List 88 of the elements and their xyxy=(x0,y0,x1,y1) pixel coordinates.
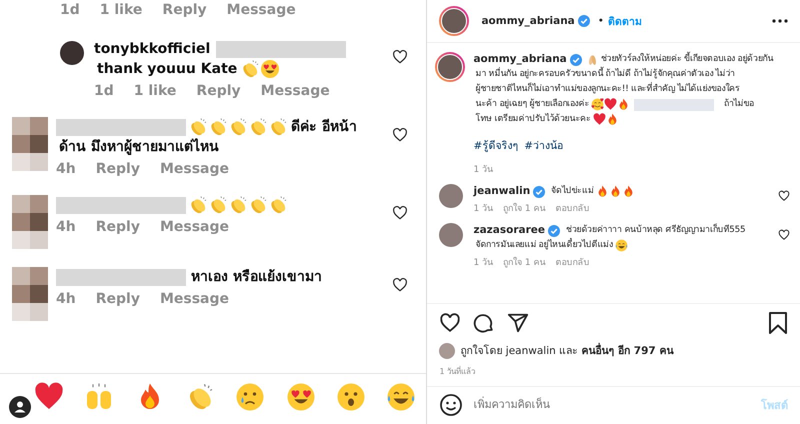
comment-time: 4h xyxy=(56,291,76,307)
more-options-icon[interactable] xyxy=(772,19,788,23)
like-icon[interactable] xyxy=(392,277,408,293)
like-count: ถูกใจ 1 คน xyxy=(503,257,546,269)
crying-face-icon xyxy=(235,382,266,412)
reply-link[interactable]: ตอบกลับ xyxy=(556,257,590,269)
username[interactable]: aommy_abriana xyxy=(473,52,567,67)
like-icon[interactable] xyxy=(778,190,790,202)
username[interactable]: tonybkkofficiel xyxy=(94,40,210,58)
reaction-button[interactable] xyxy=(286,382,316,412)
likes-summary[interactable]: ถูกใจโดย jeanwalin และ คนอื่นๆ อีก 797 คน xyxy=(460,342,674,359)
reply-link[interactable]: Reply xyxy=(96,291,140,307)
surprised-face-icon xyxy=(336,382,366,412)
message-link[interactable]: Message xyxy=(160,161,230,177)
fire-icon xyxy=(606,113,619,126)
heart-icon xyxy=(604,98,618,111)
like-icon[interactable] xyxy=(392,49,408,65)
comment-time: 4h xyxy=(56,219,76,235)
avatar-photo xyxy=(439,342,456,358)
username[interactable]: zazasoraree xyxy=(473,223,546,238)
comment-time: 4h xyxy=(56,161,76,177)
comment-time: 1d xyxy=(94,83,114,99)
caption-text: ถ้าไม่ขอ xyxy=(724,97,754,111)
like-count: 1 like xyxy=(100,1,142,19)
comment-time: 1 วัน xyxy=(473,257,494,269)
like-icon[interactable] xyxy=(439,312,462,334)
comment-text: ด้าน มึงหาผู้ชายมาแต่ไหน xyxy=(59,138,219,156)
reaction-button[interactable] xyxy=(336,382,366,412)
comment-text: thank youuu Kate xyxy=(97,60,238,78)
message-link[interactable]: Message xyxy=(160,291,230,307)
avatar-photo[interactable] xyxy=(60,41,84,65)
fire-icon xyxy=(622,185,635,198)
smiling-face-hearts-icon xyxy=(591,98,604,111)
send-icon[interactable] xyxy=(507,312,530,334)
reply-link[interactable]: Reply xyxy=(96,161,140,177)
profile-icon[interactable] xyxy=(9,396,31,418)
caption-text: นะค้า อยู่เฉยๆ ผู้ชายเลือกเองค่ะ xyxy=(475,98,590,111)
hashtag-link[interactable]: #ว่างน้อ xyxy=(524,137,564,154)
message-link[interactable]: Message xyxy=(160,219,230,235)
caption-text: ช่วยทัวร์ลงให้หน่อยค่ะ ขี้เกียจตอบเอง อยู่ด้วยกัน xyxy=(600,52,774,67)
username[interactable]: aommy_abriana xyxy=(481,15,575,27)
like-icon[interactable] xyxy=(392,205,408,221)
reply-link[interactable]: Reply xyxy=(96,219,140,235)
reply-link[interactable]: ตอบกลับ xyxy=(556,203,590,215)
comment-text: จัดไปข่ะแม่ xyxy=(551,184,594,198)
message-link[interactable]: Message xyxy=(260,83,330,99)
bookmark-icon[interactable] xyxy=(768,312,788,334)
pixelated-avatar[interactable] xyxy=(12,267,48,321)
heart-eyes-face-icon xyxy=(286,382,316,412)
pixelated-avatar[interactable] xyxy=(12,195,48,249)
comment-time: 1 วัน xyxy=(473,203,494,215)
avatar-photo[interactable] xyxy=(439,6,470,36)
avatar-photo[interactable] xyxy=(435,52,466,82)
comment-time: 1d xyxy=(60,1,80,19)
comment-text: จัดการมันเลยแม่ อยู่ไหนเดี๋ยวไปตีแม่ง xyxy=(475,238,613,253)
username[interactable]: jeanwalin xyxy=(473,184,530,199)
comment-text: หาเอง หรือแย้งเขามา xyxy=(191,268,322,286)
heart-icon xyxy=(34,382,64,412)
reaction-button[interactable] xyxy=(235,382,266,412)
emoji-icon[interactable] xyxy=(439,393,464,417)
follow-link[interactable]: ติดตาม xyxy=(608,12,642,30)
reaction-button[interactable] xyxy=(386,382,416,412)
reaction-button[interactable] xyxy=(34,382,64,412)
comment-icon[interactable] xyxy=(473,312,496,334)
fire-icon xyxy=(617,98,630,111)
comment-text: ดีค่ะ อีหน้า xyxy=(291,118,357,136)
reply-link[interactable]: Reply xyxy=(196,83,241,99)
like-icon[interactable] xyxy=(392,127,408,143)
like-count: 1 like xyxy=(134,83,176,99)
message-link[interactable]: Message xyxy=(226,1,296,19)
heart-eyes-face-icon xyxy=(260,59,280,79)
post-time: 1 วัน xyxy=(473,164,494,176)
laughing-tears-face-icon xyxy=(614,239,628,252)
separator-dot: • xyxy=(598,15,604,27)
caption-text: โทษ เตรียมค่าปรับไว้ด้วยนะคะ xyxy=(475,112,591,126)
comment-text: ช่วยด้วยค่าาาา คนบ้าหลุด ศรีธัญญามาเก็บที555 xyxy=(566,223,746,237)
like-icon[interactable] xyxy=(778,229,790,241)
like-count: ถูกใจ 1 คน xyxy=(503,203,546,215)
heart-icon xyxy=(592,113,606,126)
post-time: 1 วันที่แล้ว xyxy=(427,361,800,387)
fire-icon xyxy=(608,185,622,198)
pixelated-avatar[interactable] xyxy=(12,117,48,171)
fire-icon xyxy=(596,185,609,198)
reply-link[interactable]: Reply xyxy=(162,1,207,19)
laughing-tears-face-icon xyxy=(386,382,416,412)
hashtag-link[interactable]: #รู้ดีจริงๆ xyxy=(473,137,518,154)
caption-text: มา หมื่นกัน อยู่กะครอบครัวขนาดนี้ ถ้าไม่ดี ถ้าไม่รู้จักคุณค่าตัวเอง ไม่ว่า xyxy=(475,67,735,82)
caption-text: ผู้ชายชาติไหนก็ไม่เอาทำแม่ของลูกนะคะ!! และที่สำคัญ ไม่ได้แย่งของใคร xyxy=(475,82,740,96)
